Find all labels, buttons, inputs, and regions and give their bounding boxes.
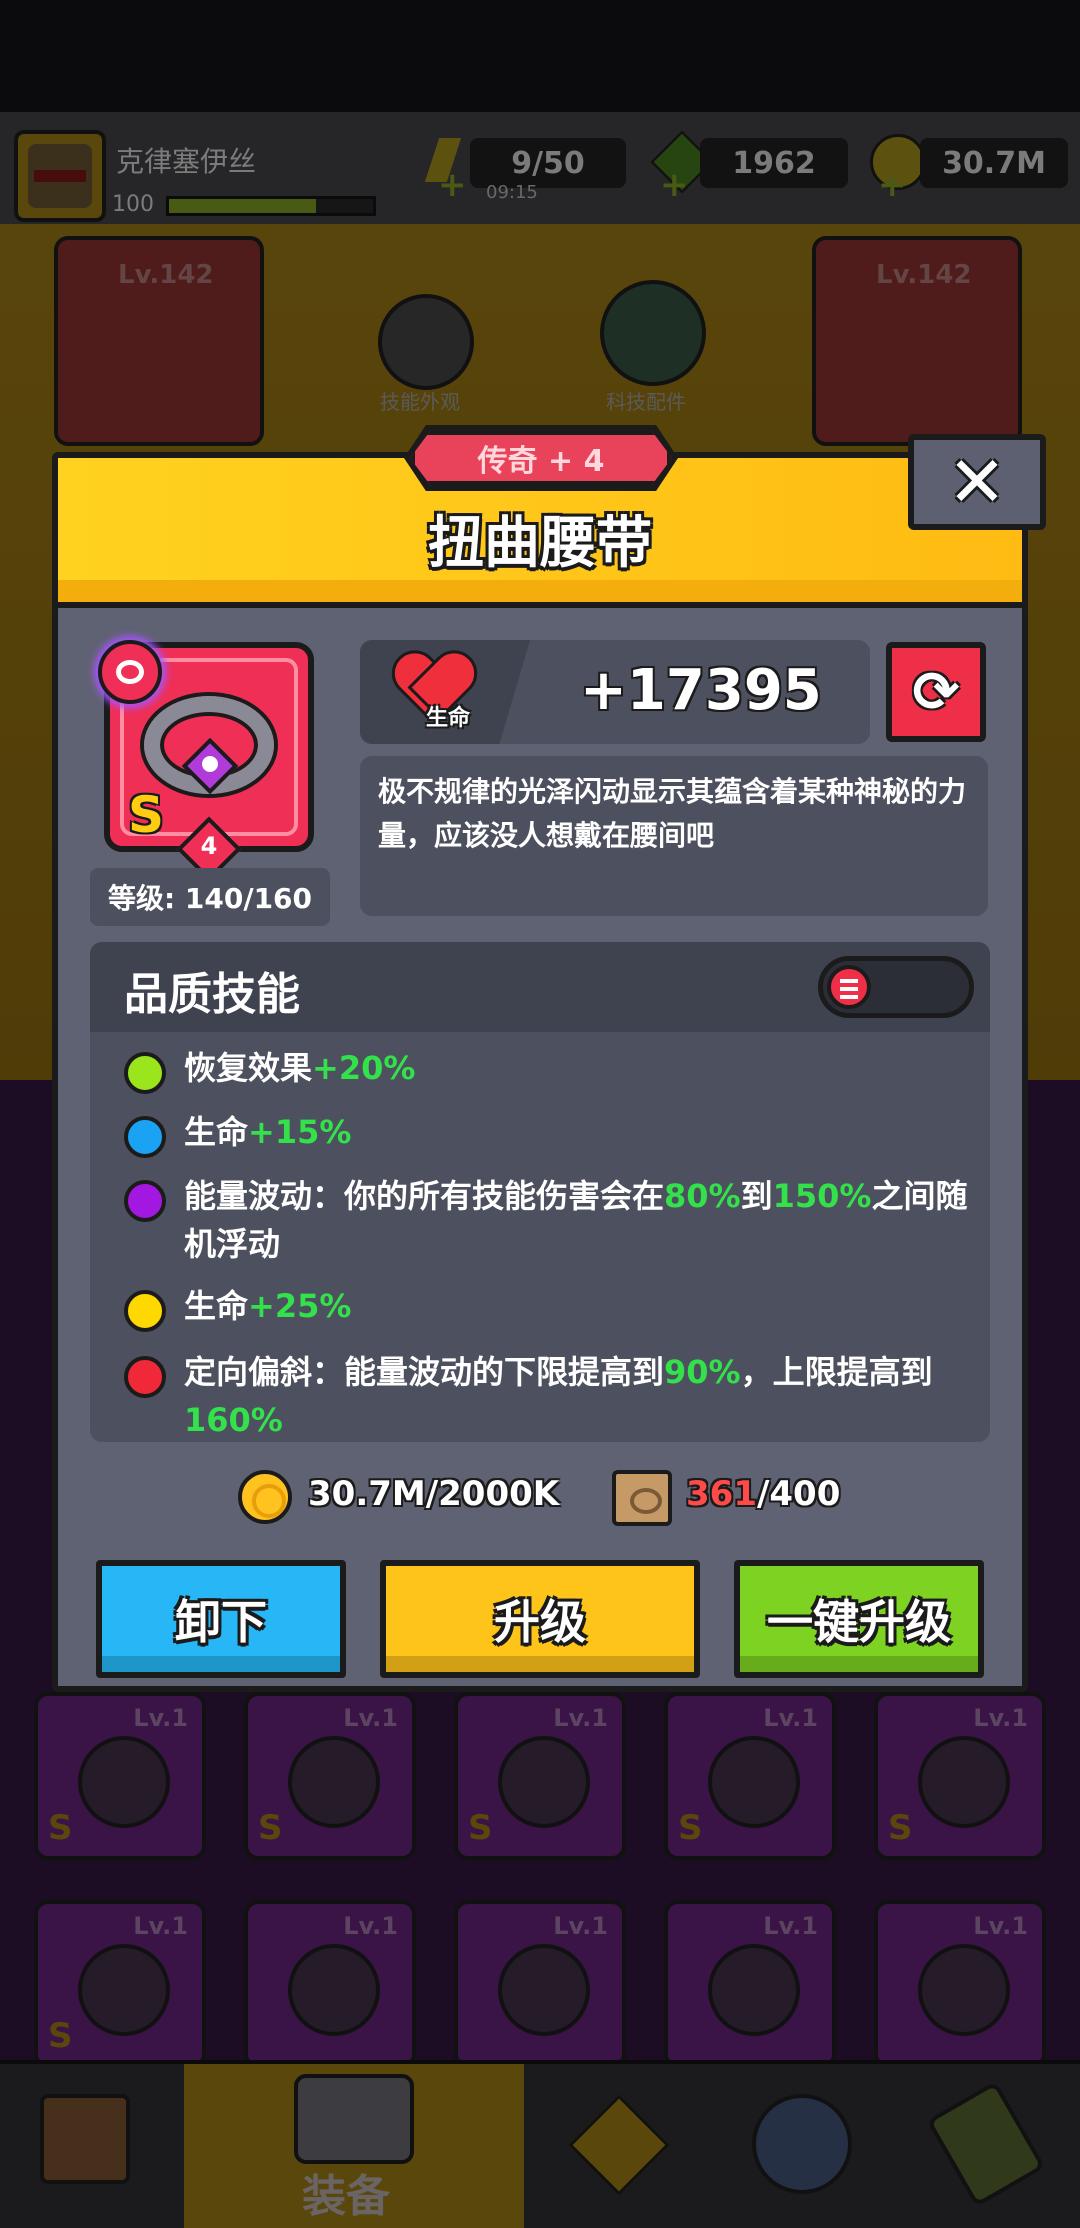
header-strip xyxy=(58,580,1022,602)
upgrade-scroll-icon xyxy=(612,1470,672,1526)
item-name: 扭曲腰带 xyxy=(428,511,652,576)
skill-dot-icon xyxy=(124,1052,166,1094)
skill-text: 定向偏斜：能量波动的下限提高到90%，上限提高到 160% xyxy=(184,1348,974,1442)
scroll-need: /400 xyxy=(756,1474,841,1514)
skill-text: 恢复效果+20% xyxy=(184,1044,974,1092)
skill-desc-start: 定向偏斜：能量波动的下限提高到 xyxy=(184,1353,665,1391)
skills-header: 品质技能 xyxy=(90,942,990,1032)
belt-gem-core xyxy=(202,756,218,772)
close-button[interactable]: ✕ xyxy=(908,434,1046,530)
skill-dot-icon xyxy=(124,1290,166,1332)
skill-text: 生命+15% xyxy=(184,1108,974,1156)
stat-label: 生命 xyxy=(426,706,471,731)
upgrade-all-button[interactable]: 一键升级 xyxy=(734,1560,984,1678)
upgrade-button[interactable]: 升级 xyxy=(380,1560,700,1678)
gold-coin-icon xyxy=(238,1470,292,1524)
skill-name: 生命 xyxy=(184,1287,249,1325)
belt-slot-icon xyxy=(116,660,144,684)
reroll-button[interactable]: ⟳ xyxy=(886,642,986,742)
belt-slot-badge xyxy=(98,640,162,704)
skill-value-high: 150% xyxy=(772,1177,872,1215)
skill-value-high: 160% xyxy=(184,1401,283,1439)
skill-value-low: 80% xyxy=(664,1177,741,1215)
stat-box: 生命 +17395 xyxy=(360,640,870,744)
skill-text: 能量波动：你的所有技能伤害会在80%到150%之间随机浮动 xyxy=(184,1172,974,1268)
skill-dot-icon xyxy=(124,1356,166,1398)
skill-bonus: +20% xyxy=(312,1049,416,1087)
skill-bonus: +15% xyxy=(248,1113,352,1151)
unequip-button[interactable]: 卸下 xyxy=(96,1560,346,1678)
star-level: 4 xyxy=(200,832,218,860)
rarity-tag: 传奇 + 4 xyxy=(410,430,672,486)
skill-dot-icon xyxy=(124,1116,166,1158)
skill-dot-icon xyxy=(124,1180,166,1222)
skill-text: 生命+25% xyxy=(184,1282,974,1330)
stat-icon-area: 生命 xyxy=(360,640,530,744)
item-grade-badge: S xyxy=(128,786,165,844)
gold-cost: 30.7M/2000K xyxy=(308,1474,560,1514)
skills-title: 品质技能 xyxy=(124,969,300,1020)
skill-name: 生命 xyxy=(184,1113,249,1151)
list-icon xyxy=(827,965,871,1009)
skills-toggle[interactable] xyxy=(818,956,974,1018)
skill-desc-start: 能量波动：你的所有技能伤害会在 xyxy=(184,1177,665,1215)
item-level-label: 等级: 140/160 xyxy=(90,868,330,926)
quality-skills-panel: 品质技能 恢复效果+20% 生命+15% 能量波动：你的所有技能伤害会在80%到… xyxy=(90,942,990,1442)
skill-desc-mid: ，上限提高到 xyxy=(740,1353,933,1391)
skill-value-low: 90% xyxy=(664,1353,741,1391)
stat-value: +17395 xyxy=(580,658,822,723)
scroll-have: 361 xyxy=(686,1474,757,1514)
skill-desc-mid: 到 xyxy=(740,1177,773,1215)
skill-bonus: +25% xyxy=(248,1287,352,1325)
scroll-cost: 361/400 xyxy=(686,1474,840,1514)
skill-name: 恢复效果 xyxy=(184,1049,313,1087)
item-description: 极不规律的光泽闪动显示其蕴含着某种神秘的力量，应该没人想戴在腰间吧 xyxy=(360,756,988,916)
